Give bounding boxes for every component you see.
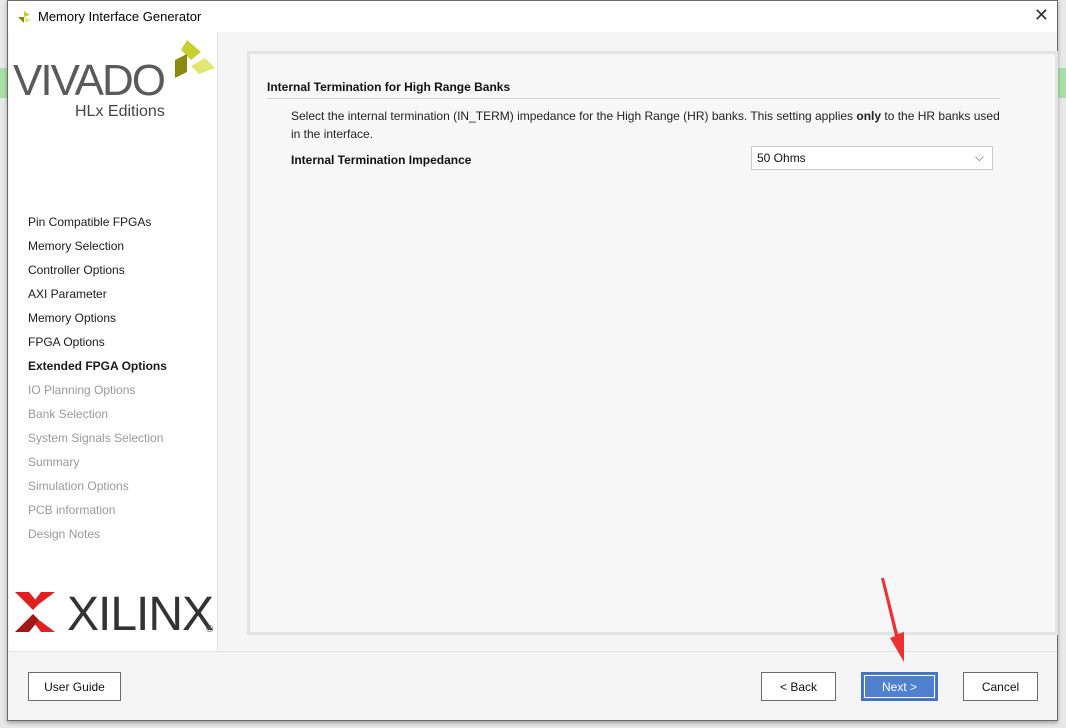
step-memory-selection[interactable]: Memory Selection	[28, 238, 167, 262]
background-window-strip	[1058, 68, 1066, 98]
sidebar: VIVADO HLx Editions Pin Compatible FPGAs…	[9, 32, 218, 651]
user-guide-button[interactable]: User Guide	[28, 672, 121, 701]
step-list: Pin Compatible FPGAs Memory Selection Co…	[28, 214, 167, 550]
content-panel: Internal Termination for High Range Bank…	[247, 51, 1058, 635]
vivado-logo-text: VIVADO	[13, 56, 166, 105]
title-bar: Memory Interface Generator ✕	[8, 1, 1057, 32]
impedance-label: Internal Termination Impedance	[291, 153, 472, 167]
xilinx-logo-icon	[15, 592, 55, 632]
step-pin-compatible-fpgas[interactable]: Pin Compatible FPGAs	[28, 214, 167, 238]
vivado-app-icon	[18, 10, 31, 23]
step-summary: Summary	[28, 455, 80, 469]
step-pcb-information: PCB information	[28, 503, 116, 517]
back-label: < Back	[779, 679, 818, 694]
desc-text: Select the internal termination (IN_TERM…	[291, 109, 857, 123]
step-system-signals-selection: System Signals Selection	[28, 431, 164, 445]
section-title: Internal Termination for High Range Bank…	[267, 80, 1000, 99]
impedance-value: 50 Ohms	[757, 151, 806, 165]
step-axi-parameter[interactable]: AXI Parameter	[28, 286, 167, 310]
close-icon[interactable]: ✕	[1034, 5, 1049, 26]
cancel-button[interactable]: Cancel	[963, 672, 1038, 701]
desc-emphasis: only	[856, 109, 882, 123]
next-button[interactable]: Next >	[861, 672, 938, 701]
cancel-label: Cancel	[981, 679, 1020, 694]
step-io-planning-options: IO Planning Options	[28, 383, 136, 397]
vivado-logo-icon	[175, 40, 215, 78]
step-controller-options[interactable]: Controller Options	[28, 262, 167, 286]
next-label: Next >	[881, 679, 917, 694]
step-extended-fpga-options[interactable]: Extended FPGA Options	[28, 358, 167, 382]
annotation-arrow-icon	[881, 578, 904, 662]
step-design-notes: Design Notes	[28, 527, 101, 541]
step-bank-selection: Bank Selection	[28, 407, 109, 421]
step-simulation-options: Simulation Options	[28, 479, 129, 493]
background-window-strip	[0, 68, 7, 98]
section-description: Select the internal termination (IN_TERM…	[291, 107, 1011, 143]
window-title: Memory Interface Generator	[38, 9, 202, 24]
back-button[interactable]: < Back	[761, 672, 836, 701]
user-guide-label: User Guide	[44, 679, 105, 694]
registered-mark: ®	[206, 624, 214, 635]
impedance-select[interactable]: 50 Ohms ⌵	[751, 146, 993, 170]
xilinx-logo-text: XILINX	[67, 588, 214, 641]
chevron-down-icon: ⌵	[974, 150, 984, 164]
edition-text: HLx Editions	[75, 103, 165, 120]
step-fpga-options[interactable]: FPGA Options	[28, 334, 167, 358]
step-memory-options[interactable]: Memory Options	[28, 310, 167, 334]
